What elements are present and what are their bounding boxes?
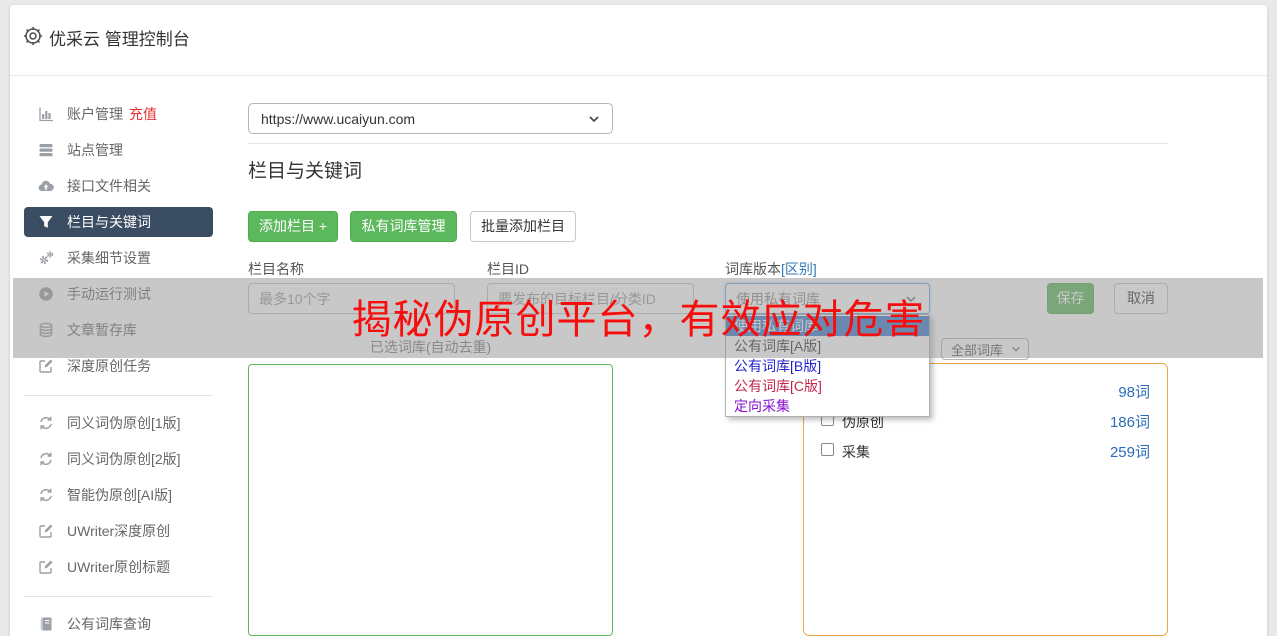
sidebar-item-uwriter-title[interactable]: UWriter原创标题 [24, 552, 213, 582]
dict-row-checkbox[interactable] [821, 443, 834, 456]
sidebar-item-collect-settings[interactable]: 采集细节设置 [24, 243, 213, 273]
server-icon [38, 142, 54, 158]
sidebar-item-columns-keywords[interactable]: 栏目与关键词 [24, 207, 213, 237]
header-divider [10, 75, 1267, 76]
dropdown-option-public-c[interactable]: 公有词库[C版] [726, 376, 929, 396]
refresh-icon [38, 415, 54, 431]
sidebar-item-public-dict-query[interactable]: 公有词库查询 [24, 609, 213, 636]
selected-keywords-box[interactable] [248, 364, 613, 636]
dropdown-option-public-b[interactable]: 公有词库[B版] [726, 356, 929, 376]
sidebar-item-label: 深度原创任务 [67, 358, 151, 374]
gears-icon [38, 250, 54, 266]
site-select-value: https://www.ucaiyun.com [261, 110, 416, 127]
sidebar-divider [24, 395, 213, 396]
column-id-label: 栏目ID [487, 261, 529, 277]
page-title: 栏目与关键词 [248, 161, 363, 182]
app-gear-icon [23, 26, 43, 46]
dict-row-label: 采集 [842, 444, 870, 460]
add-column-button[interactable]: 添加栏目 + [248, 211, 338, 242]
book-icon [38, 616, 54, 632]
edit-icon [38, 523, 54, 539]
site-select[interactable]: https://www.ucaiyun.com [248, 103, 613, 134]
sidebar-item-label: 账户管理 [67, 106, 123, 122]
sidebar-item-interface-files[interactable]: 接口文件相关 [24, 171, 213, 201]
sidebar-item-label: 接口文件相关 [67, 178, 151, 194]
sidebar-item-label: 采集细节设置 [67, 250, 151, 266]
sidebar-item-synonym-v1[interactable]: 同义词伪原创[1版] [24, 408, 213, 438]
sidebar-item-label: 同义词伪原创[2版] [67, 451, 181, 467]
dropdown-option-directed-collect[interactable]: 定向采集 [726, 396, 929, 416]
recharge-badge[interactable]: 充值 [129, 104, 157, 124]
app-title: 优采云 管理控制台 [49, 30, 190, 49]
sidebar-item-label: 栏目与关键词 [67, 214, 151, 230]
sidebar-item-label: 同义词伪原创[1版] [67, 415, 181, 431]
dict-row-count: 259词 [1109, 444, 1150, 461]
sidebar-item-label: 站点管理 [67, 142, 123, 158]
edit-icon [38, 559, 54, 575]
bar-chart-icon [38, 106, 54, 122]
page: 优采云 管理控制台 账户管理 充值 站点管理 接口文件相关 栏目与关键词 采集细… [0, 0, 1277, 636]
sidebar-item-ai-pseudo-original[interactable]: 智能伪原创[AI版] [24, 480, 213, 510]
refresh-icon [38, 487, 54, 503]
sidebar-item-synonym-v2[interactable]: 同义词伪原创[2版] [24, 444, 213, 474]
sidebar-item-account[interactable]: 账户管理 充值 [24, 99, 213, 129]
funnel-icon [38, 214, 54, 230]
content-divider [248, 143, 1168, 144]
sidebar-item-label: 公有词库查询 [67, 616, 151, 632]
overlay-caption: 揭秘伪原创平台，有效应对危害 [351, 298, 926, 342]
dict-row-count: 98词 [1118, 384, 1150, 401]
dict-version-label: 词库版本[区别] [725, 261, 817, 277]
sidebar-item-label: UWriter深度原创 [67, 523, 171, 539]
dict-row-count: 186词 [1109, 414, 1150, 431]
private-dict-manage-button[interactable]: 私有词库管理 [350, 211, 457, 242]
batch-add-column-button[interactable]: 批量添加栏目 [470, 211, 576, 242]
sidebar-item-sites[interactable]: 站点管理 [24, 135, 213, 165]
dict-version-diff-link[interactable]: [区别] [781, 261, 817, 277]
sidebar-divider [24, 596, 213, 597]
cloud-upload-icon [38, 178, 54, 194]
column-name-label: 栏目名称 [248, 261, 304, 277]
sidebar-item-label: UWriter原创标题 [67, 559, 171, 575]
sidebar-item-label: 智能伪原创[AI版] [67, 487, 173, 503]
edit-icon [38, 358, 54, 374]
chevron-down-icon [588, 113, 600, 125]
sidebar-item-uwriter-deep[interactable]: UWriter深度原创 [24, 516, 213, 546]
refresh-icon [38, 451, 54, 467]
